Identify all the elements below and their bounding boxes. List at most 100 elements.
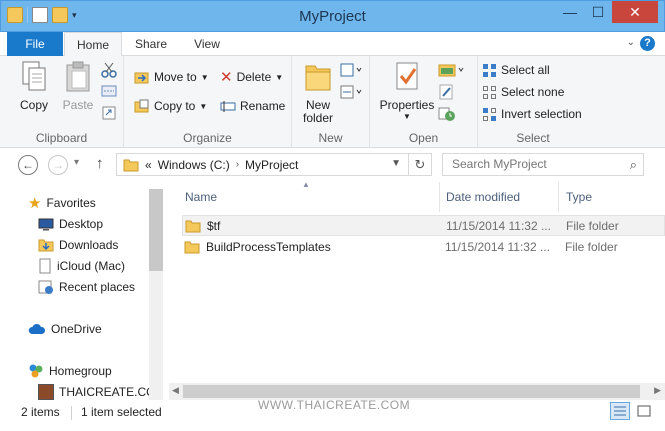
refresh-icon[interactable]: ↻ xyxy=(408,154,431,175)
forward-button[interactable]: → xyxy=(48,155,68,175)
nav-pane-scroll-thumb[interactable] xyxy=(149,189,163,271)
document-icon xyxy=(39,258,51,274)
edit-icon[interactable] xyxy=(438,84,456,100)
help-icon[interactable]: ? xyxy=(640,36,655,51)
nav-icloud[interactable]: iCloud (Mac) xyxy=(38,256,125,276)
easy-access-icon[interactable] xyxy=(340,84,362,100)
recent-locations-icon[interactable]: ▾ xyxy=(74,157,79,168)
paste-shortcut-icon[interactable] xyxy=(101,106,117,120)
status-bar: 2 items 1 item selected WWW.THAICREATE.C… xyxy=(0,398,665,431)
select-none-icon xyxy=(483,85,496,99)
paste-button[interactable]: Paste xyxy=(58,60,98,112)
organize-group: Move to ▼ Copy to ▼ ✕ Delete ▼ Rename Or… xyxy=(124,56,292,148)
open-group-label: Open xyxy=(408,131,439,145)
tab-view[interactable]: View xyxy=(180,32,234,56)
address-bar[interactable]: « Windows (C:) › MyProject ▼ ↻ xyxy=(116,153,432,176)
back-button[interactable]: ← xyxy=(18,155,38,175)
address-history-icon[interactable]: ▼ xyxy=(391,158,401,169)
nav-homegroup[interactable]: Homegroup xyxy=(28,361,112,381)
select-all-button[interactable]: Select all xyxy=(482,61,550,79)
search-placeholder: Search MyProject xyxy=(452,157,547,171)
breadcrumb-windows-c[interactable]: Windows (C:) xyxy=(158,158,230,172)
up-button[interactable]: ↑ xyxy=(96,155,104,172)
nav-recent-places[interactable]: Recent places xyxy=(38,277,135,297)
paste-label: Paste xyxy=(62,98,94,112)
horizontal-scroll-thumb[interactable] xyxy=(183,385,640,398)
invert-selection-label: Invert selection xyxy=(501,107,582,121)
ribbon: Copy Paste Clipboard Move to ▼ Copy to ▼… xyxy=(0,56,665,148)
properties-label: Properties xyxy=(379,98,435,112)
table-row[interactable]: BuildProcessTemplates 11/15/2014 11:32 .… xyxy=(182,236,665,257)
organize-group-label: Organize xyxy=(183,131,232,145)
select-group-label: Select xyxy=(516,131,550,145)
details-view-button[interactable] xyxy=(610,402,630,420)
history-icon[interactable] xyxy=(438,106,456,122)
minimize-button[interactable]: — xyxy=(556,1,584,23)
column-divider[interactable] xyxy=(558,182,559,212)
file-type: File folder xyxy=(565,239,618,254)
file-type: File folder xyxy=(566,218,619,233)
properties-button[interactable]: Properties ▼ xyxy=(378,60,436,121)
tab-home[interactable]: Home xyxy=(64,32,122,57)
nav-downloads[interactable]: Downloads xyxy=(38,235,118,255)
chevron-down-icon: ▼ xyxy=(403,112,411,121)
maximize-button[interactable]: ☐ xyxy=(584,1,612,23)
column-date-modified[interactable]: Date modified xyxy=(446,190,520,204)
nav-favorites-label: Favorites xyxy=(46,196,96,210)
select-group: Select all Select none Invert selection … xyxy=(478,56,588,148)
window-controls: — ☐ ✕ xyxy=(556,1,658,23)
chevron-down-icon: ▼ xyxy=(275,72,284,82)
nav-pane-scrollbar[interactable] xyxy=(149,189,163,400)
nav-downloads-label: Downloads xyxy=(59,238,119,252)
breadcrumb-myproject[interactable]: MyProject xyxy=(245,158,298,172)
rename-button[interactable]: Rename xyxy=(220,97,285,115)
file-name: $tf xyxy=(207,218,221,233)
copy-to-button[interactable]: Copy to ▼ xyxy=(134,97,207,115)
new-folder-label-2: folder xyxy=(302,111,334,125)
nav-desktop[interactable]: Desktop xyxy=(38,214,103,234)
chevron-down-icon[interactable]: ⌄ xyxy=(627,37,635,48)
search-icon[interactable]: ⌕ xyxy=(630,154,637,175)
column-name[interactable]: Name xyxy=(185,190,217,204)
table-row[interactable]: $tf 11/15/2014 11:32 ... File folder xyxy=(182,215,665,236)
downloads-icon xyxy=(38,239,54,252)
large-icons-view-icon xyxy=(637,405,651,417)
file-name-cell: $tf xyxy=(185,219,220,233)
chevron-down-icon: ▼ xyxy=(200,72,209,82)
move-to-button[interactable]: Move to ▼ xyxy=(134,68,209,86)
address-overflow[interactable]: « xyxy=(145,158,152,172)
scroll-left-icon[interactable]: ◀ xyxy=(172,385,179,396)
tab-file[interactable]: File xyxy=(7,32,63,56)
paste-icon xyxy=(66,61,90,92)
nav-homegroup-user[interactable]: THAICREATE.CO xyxy=(38,382,155,400)
tab-share[interactable]: Share xyxy=(124,32,178,56)
open-icon[interactable] xyxy=(438,62,466,78)
large-icons-view-button[interactable] xyxy=(634,402,654,420)
column-divider[interactable] xyxy=(439,182,440,212)
scroll-right-icon[interactable]: ▶ xyxy=(654,385,661,396)
nav-favorites[interactable]: ★ Favorites xyxy=(28,193,96,213)
copy-button[interactable]: Copy xyxy=(14,60,54,112)
cut-icon[interactable] xyxy=(101,62,117,78)
open-group: Properties ▼ Open xyxy=(370,56,478,148)
breadcrumb-separator-icon[interactable]: › xyxy=(236,159,239,170)
rename-label: Rename xyxy=(240,99,286,113)
close-button[interactable]: ✕ xyxy=(612,1,658,23)
search-input[interactable]: Search MyProject ⌕ xyxy=(442,153,644,176)
details-view-icon xyxy=(614,406,626,416)
new-folder-button[interactable]: New folder xyxy=(298,60,338,125)
new-item-icon[interactable] xyxy=(340,62,362,78)
move-to-label: Move to xyxy=(154,70,197,84)
address-bar-row: ← → ▾ ↑ « Windows (C:) › MyProject ▼ ↻ S… xyxy=(0,148,665,182)
column-type[interactable]: Type xyxy=(566,190,592,204)
nav-onedrive[interactable]: OneDrive xyxy=(28,319,102,339)
invert-selection-button[interactable]: Invert selection xyxy=(482,105,582,123)
copy-path-icon[interactable] xyxy=(101,84,117,98)
folder-icon xyxy=(123,159,139,171)
rename-icon xyxy=(220,101,236,112)
delete-button[interactable]: ✕ Delete ▼ xyxy=(220,68,283,86)
select-none-button[interactable]: Select none xyxy=(482,83,564,101)
file-list: ▲ Name Date modified Type $tf 11/15/2014… xyxy=(166,180,665,400)
horizontal-scrollbar[interactable]: ◀ ▶ xyxy=(169,383,665,400)
select-all-icon xyxy=(483,63,496,77)
